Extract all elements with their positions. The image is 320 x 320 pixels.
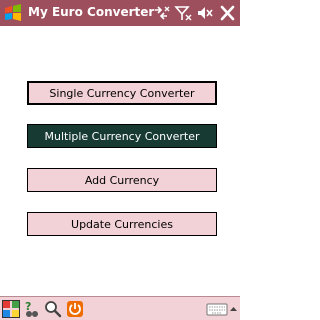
close-icon[interactable] [218,4,236,22]
multiple-currency-converter-button[interactable]: Multiple Currency Converter [27,124,217,148]
signal-off-icon[interactable] [174,4,192,22]
volume-muted-icon[interactable] [196,4,214,22]
keyboard-icon[interactable] [206,300,228,318]
svg-text:?: ? [25,300,31,313]
find-icon[interactable] [44,300,62,318]
title-bar: My Euro Converter [0,0,240,26]
window-title: My Euro Converter [28,5,155,19]
start-colors-icon[interactable] [2,300,20,318]
single-currency-converter-button[interactable]: Single Currency Converter [27,81,217,105]
help-search-icon[interactable]: ? [23,300,41,318]
update-currencies-button[interactable]: Update Currencies [27,212,217,236]
add-currency-button[interactable]: Add Currency [27,168,217,192]
windows-start-icon[interactable] [3,3,23,23]
power-icon[interactable] [66,300,84,318]
main-menu: Single Currency Converter Multiple Curre… [0,26,240,296]
taskbar: ? [0,296,240,320]
chevron-up-icon[interactable] [229,300,238,318]
connectivity-icon[interactable] [152,4,170,22]
